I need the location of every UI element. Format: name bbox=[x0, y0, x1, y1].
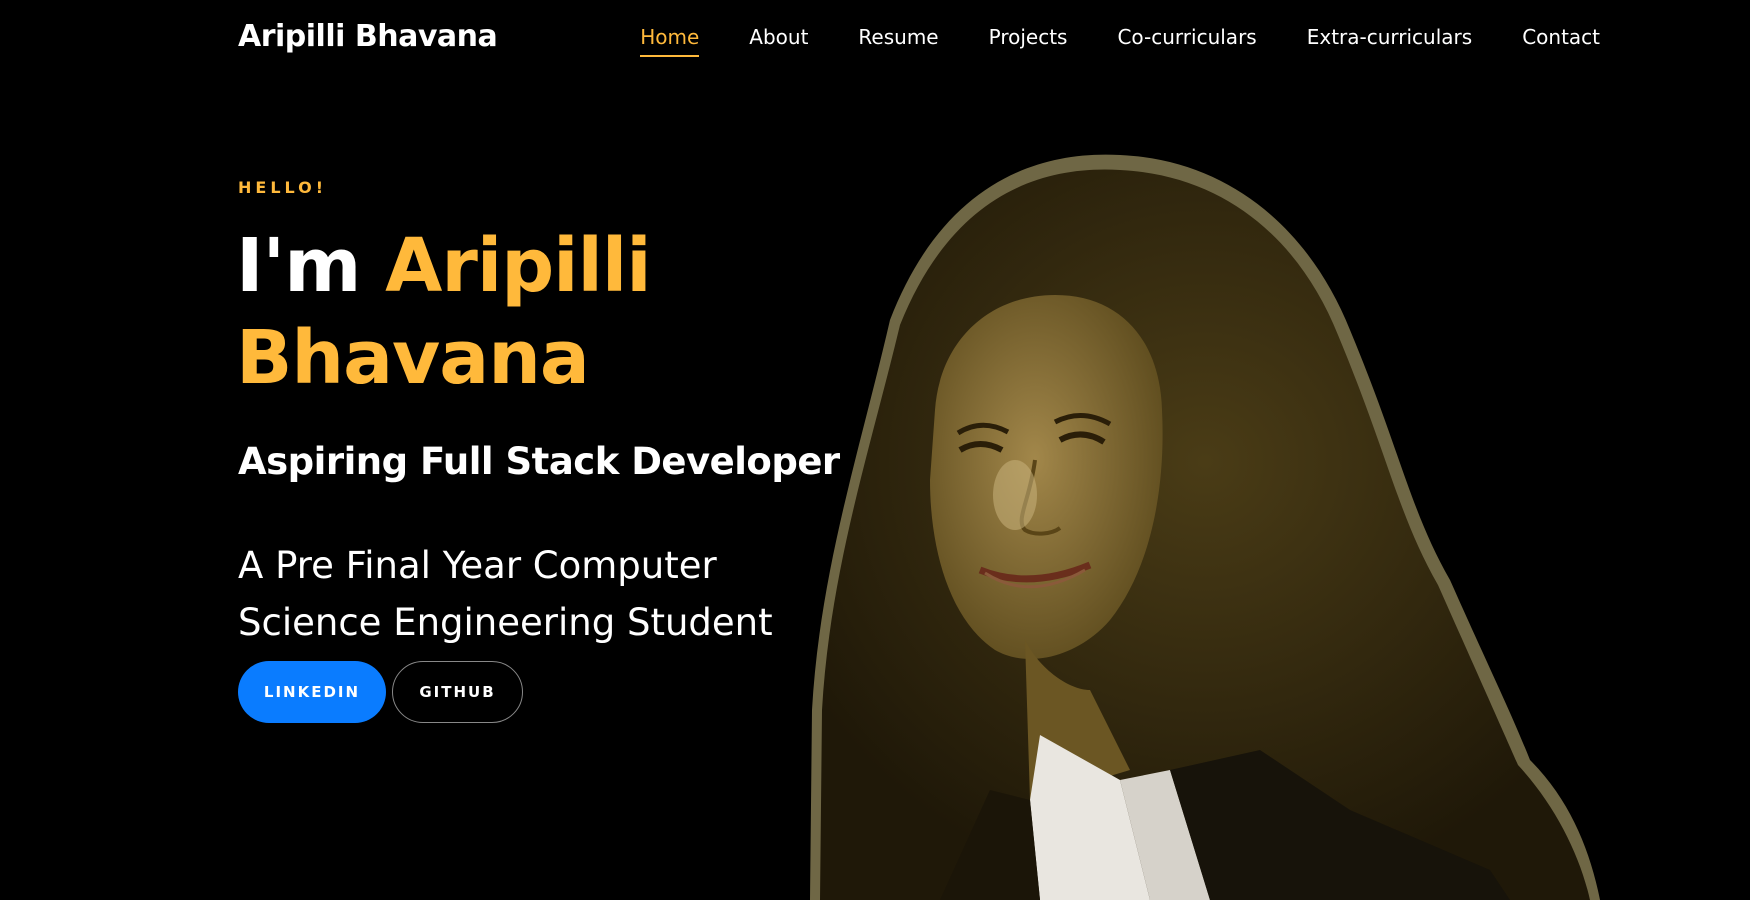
hero-headline: I'm Aripilli Bhavana bbox=[236, 220, 652, 404]
site-logo[interactable]: Aripilli Bhavana bbox=[238, 19, 498, 54]
hero-role: Aspiring Full Stack Developer bbox=[238, 440, 840, 483]
hero-greeting: HELLO! bbox=[238, 178, 328, 197]
hero-intro: I'm bbox=[236, 223, 386, 309]
nav-extra-curriculars[interactable]: Extra-curriculars bbox=[1307, 25, 1472, 57]
hero-name-first: Aripilli bbox=[385, 223, 652, 309]
nav-co-curriculars[interactable]: Co-curriculars bbox=[1117, 25, 1256, 57]
nav-resume[interactable]: Resume bbox=[858, 25, 938, 57]
hero-description: A Pre Final Year Computer Science Engine… bbox=[238, 544, 773, 644]
hero-name-last: Bhavana bbox=[236, 315, 590, 401]
github-button[interactable]: GITHUB bbox=[392, 661, 523, 723]
nav-projects[interactable]: Projects bbox=[989, 25, 1068, 57]
nav-contact[interactable]: Contact bbox=[1522, 25, 1600, 57]
profile-photo bbox=[810, 154, 1600, 900]
linkedin-button[interactable]: LINKEDIN bbox=[238, 661, 386, 723]
site-header: Aripilli Bhavana Home About Resume Proje… bbox=[0, 0, 1750, 80]
main-nav: Home About Resume Projects Co-curricular… bbox=[590, 25, 1600, 57]
nav-about[interactable]: About bbox=[749, 25, 808, 57]
nav-home[interactable]: Home bbox=[640, 25, 700, 57]
